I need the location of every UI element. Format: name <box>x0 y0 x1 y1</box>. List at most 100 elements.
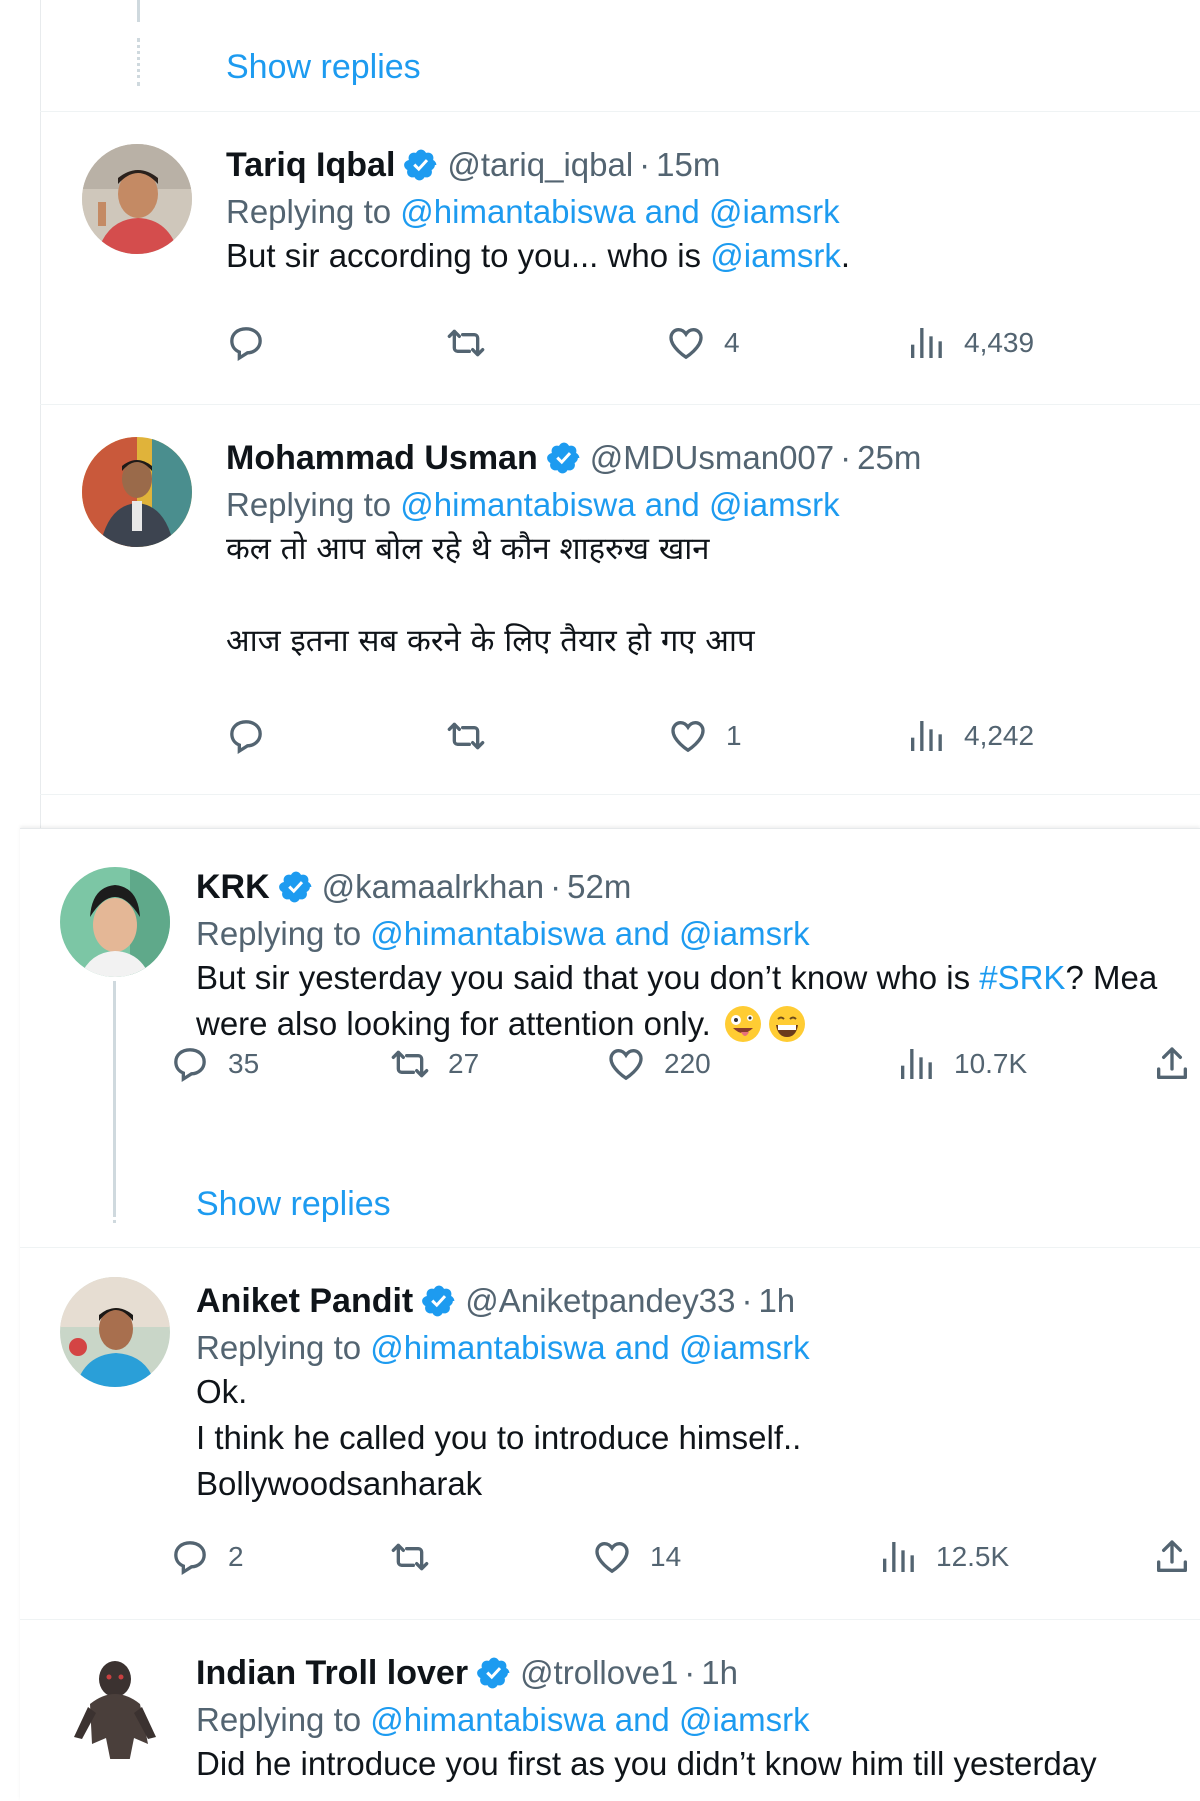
thread-dots <box>137 38 140 86</box>
show-replies-link[interactable]: Show replies <box>196 1185 391 1224</box>
retweet-icon <box>446 716 486 756</box>
user-handle[interactable]: @kamaalrkhan <box>322 868 544 906</box>
retweet-count: 27 <box>448 1048 480 1079</box>
replying-to: Replying to @himantabiswa and @iamsrk <box>196 915 1200 953</box>
timestamp[interactable]: 1h <box>758 1282 795 1320</box>
views-button[interactable]: 10.7K <box>896 1044 1027 1084</box>
reply-tweet[interactable]: Indian Troll lover @trollove1 · 1h Reply… <box>20 1619 1200 1801</box>
retweet-button[interactable] <box>446 323 504 363</box>
timestamp[interactable]: 1h <box>701 1654 738 1692</box>
reply-button[interactable]: 35 <box>170 1044 259 1084</box>
tweet-text: Ok. I think he called you to introduce h… <box>196 1369 1200 1507</box>
reply-list-top: Show replies Tariq Iqbal @tariq_iqbal · … <box>0 0 1200 828</box>
reply-tweet[interactable]: Mohammad Usman @MDUsman007 · 25m Replyin… <box>0 404 1200 794</box>
verified-badge-icon <box>403 147 439 183</box>
thread-line <box>113 981 116 1217</box>
like-count: 14 <box>650 1541 682 1572</box>
timestamp[interactable]: 25m <box>857 439 921 477</box>
retweet-button[interactable] <box>446 716 504 756</box>
tweet-text-start: But sir according to you... who is <box>226 237 711 274</box>
separator-dot: · <box>550 868 562 905</box>
hashtag-link[interactable]: #SRK <box>979 959 1065 996</box>
views-button[interactable]: 4,439 <box>906 323 1034 363</box>
tweet-text-line: I think he called you to introduce himse… <box>196 1419 802 1456</box>
verified-badge-icon <box>476 1655 512 1691</box>
tweet-text-line: were also looking for attention only. <box>196 1005 711 1042</box>
grinning-face-emoji-icon <box>768 1006 805 1042</box>
share-icon <box>1152 1044 1192 1084</box>
tweet-text-cut: ? Mea <box>1065 959 1158 996</box>
views-icon <box>906 716 946 756</box>
display-name[interactable]: Tariq Iqbal <box>226 146 395 185</box>
verified-badge-icon <box>546 440 582 476</box>
avatar[interactable] <box>60 1277 170 1387</box>
tweet-text-line: Did he introduce you first as you didn’t… <box>196 1745 1097 1782</box>
replying-to-mentions[interactable]: @himantabiswa and @iamsrk <box>370 1701 809 1738</box>
separator-dot: · <box>840 439 852 476</box>
like-count: 220 <box>664 1048 711 1079</box>
thread-line <box>137 0 140 22</box>
share-button[interactable] <box>1152 1537 1200 1577</box>
reply-button[interactable] <box>226 716 284 756</box>
avatar[interactable] <box>60 1649 170 1759</box>
replying-to-label: Replying to <box>196 915 362 952</box>
reply-icon <box>170 1044 210 1084</box>
tweet-text-start: But sir yesterday you said that you don’… <box>196 959 980 996</box>
replying-to-label: Replying to <box>196 1329 362 1366</box>
reply-icon <box>226 323 266 363</box>
view-count: 12.5K <box>936 1541 1010 1572</box>
avatar[interactable] <box>60 867 170 977</box>
reply-button[interactable]: 2 <box>170 1537 244 1577</box>
user-handle[interactable]: @tariq_iqbal <box>447 146 633 184</box>
user-handle[interactable]: @trollove1 <box>520 1654 678 1692</box>
retweet-icon <box>390 1537 430 1577</box>
heart-icon <box>668 716 708 756</box>
heart-icon <box>666 323 706 363</box>
display-name[interactable]: Indian Troll lover <box>196 1654 468 1693</box>
timestamp[interactable]: 15m <box>656 146 720 184</box>
like-count: 1 <box>726 720 742 751</box>
views-button[interactable]: 4,242 <box>906 716 1034 756</box>
user-handle[interactable]: @Aniketpandey33 <box>465 1282 735 1320</box>
thread-dots <box>113 1183 116 1223</box>
display-name[interactable]: Aniket Pandit <box>196 1282 413 1321</box>
display-name[interactable]: Mohammad Usman <box>226 439 538 478</box>
avatar[interactable] <box>82 437 192 547</box>
reply-tweet[interactable]: Tariq Iqbal @tariq_iqbal · 15m Replying … <box>0 111 1200 404</box>
tweet-text-line: Bollywoodsanharak <box>196 1465 483 1502</box>
replying-to-label: Replying to <box>196 1701 362 1738</box>
share-button[interactable] <box>1152 1044 1200 1084</box>
retweet-icon <box>446 323 486 363</box>
avatar[interactable] <box>82 144 192 254</box>
like-button[interactable]: 4 <box>666 323 740 363</box>
share-icon <box>1152 1537 1192 1577</box>
zany-face-emoji-icon <box>724 1006 761 1042</box>
show-replies-link[interactable]: Show replies <box>226 48 421 87</box>
replying-to-mentions[interactable]: @himantabiswa and @iamsrk <box>400 486 839 523</box>
like-button[interactable]: 14 <box>592 1537 681 1577</box>
replying-to-mentions[interactable]: @himantabiswa and @iamsrk <box>370 1329 809 1366</box>
views-button[interactable]: 12.5K <box>878 1537 1009 1577</box>
reply-tweet[interactable]: KRK @kamaalrkhan · 52m Replying to @hima… <box>20 829 1200 1249</box>
view-count: 4,439 <box>964 327 1035 358</box>
timestamp[interactable]: 52m <box>567 868 631 906</box>
display-name[interactable]: KRK <box>196 868 270 907</box>
mention-link[interactable]: @iamsrk <box>710 237 841 274</box>
replying-to-mentions[interactable]: @himantabiswa and @iamsrk <box>370 915 809 952</box>
reply-tweet[interactable]: Aniket Pandit @Aniketpandey33 · 1h Reply… <box>20 1247 1200 1619</box>
like-button[interactable]: 220 <box>606 1044 711 1084</box>
user-handle[interactable]: @MDUsman007 <box>590 439 834 477</box>
tweet-text-line: Ok. <box>196 1373 248 1410</box>
like-button[interactable]: 1 <box>668 716 742 756</box>
tweet-text: But sir according to you... who is @iams… <box>226 233 1200 279</box>
views-icon <box>896 1044 936 1084</box>
retweet-button[interactable]: 27 <box>390 1044 479 1084</box>
tweet-text: But sir yesterday you said that you don’… <box>196 955 1200 1047</box>
replying-to-mentions[interactable]: @himantabiswa and @iamsrk <box>400 193 839 230</box>
reply-count: 35 <box>228 1048 260 1079</box>
retweet-button[interactable] <box>390 1537 448 1577</box>
replying-to: Replying to @himantabiswa and @iamsrk <box>196 1701 1200 1739</box>
reply-button[interactable] <box>226 323 284 363</box>
reply-list-bottom: KRK @kamaalrkhan · 52m Replying to @hima… <box>20 828 1200 1801</box>
